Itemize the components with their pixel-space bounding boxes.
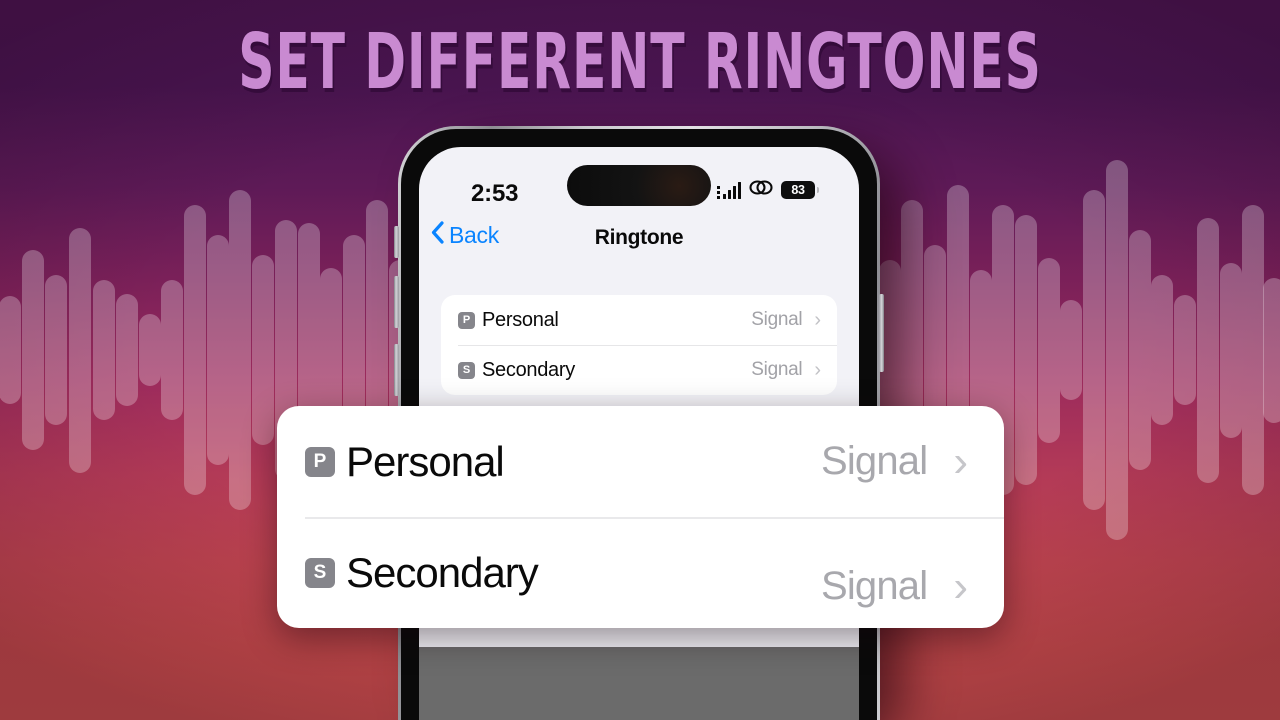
list-item[interactable]: P Personal Signal › <box>441 295 837 345</box>
list-item-label: Personal <box>482 308 559 331</box>
waveform-bar <box>116 294 138 406</box>
chevron-right-icon: › <box>814 359 821 381</box>
chevron-right-icon: › <box>814 309 821 331</box>
line-badge-personal: P <box>305 446 335 477</box>
volume-down-button[interactable] <box>394 344 399 396</box>
callout-list-item-value: Signal <box>820 564 928 608</box>
line-badge-personal: P <box>458 311 475 329</box>
ringtone-list: P Personal Signal › S Secondary Signal › <box>441 295 837 395</box>
battery-percent-label: 83 <box>791 183 805 197</box>
waveform-bar <box>1015 215 1037 485</box>
waveform-bar <box>1174 295 1196 405</box>
nav-bar: Back Ringtone <box>419 209 859 265</box>
waveform-bar <box>45 275 67 425</box>
cellular-signal-icon <box>717 181 741 199</box>
waveform-bar <box>22 250 44 450</box>
callout-list-item-value: Signal <box>820 439 928 483</box>
dynamic-island <box>567 165 711 206</box>
waveform-bar <box>139 314 161 386</box>
magnified-callout: P Personal Signal › S Secondary Signal › <box>277 406 1004 628</box>
callout-list-item[interactable]: S Secondary Signal › <box>277 517 1004 628</box>
waveform-bar <box>0 296 21 404</box>
screen-dimmed-area <box>419 647 859 720</box>
action-button[interactable] <box>394 226 399 258</box>
waveform-bar <box>1197 217 1219 483</box>
waveform-bar <box>1242 205 1264 495</box>
status-bar: 2:53 83 <box>419 147 859 209</box>
waveform-bar <box>207 235 229 465</box>
status-bar-indicators: 83 <box>717 179 819 201</box>
waveform-bar <box>1083 190 1105 510</box>
waveform-bar <box>1220 262 1242 438</box>
chevron-right-icon: › <box>953 436 968 486</box>
page-title: SET DIFFERENT RINGTONES <box>238 17 1042 108</box>
list-item[interactable]: S Secondary Signal › <box>441 345 837 395</box>
list-item-label: Secondary <box>482 358 575 381</box>
line-badge-secondary: S <box>458 361 475 379</box>
waveform-bar <box>1151 275 1173 425</box>
status-bar-clock: 2:53 <box>471 180 519 207</box>
callout-list-item[interactable]: P Personal Signal › <box>277 406 1004 517</box>
power-button[interactable] <box>879 294 884 372</box>
chain-link-icon <box>749 179 773 201</box>
waveform-bar <box>93 280 115 420</box>
chevron-right-icon: › <box>953 561 968 611</box>
waveform-bar <box>184 205 206 495</box>
waveform-bar <box>1106 160 1128 540</box>
battery-icon: 83 <box>781 181 819 199</box>
callout-list-item-label: Secondary <box>346 548 539 596</box>
waveform-bar <box>229 190 251 510</box>
line-badge-secondary: S <box>305 557 335 588</box>
screenshot-canvas: SET DIFFERENT RINGTONES 2:53 83 Back Rin… <box>0 0 1280 720</box>
waveform-bar <box>1129 230 1151 470</box>
waveform-bar <box>161 280 183 420</box>
waveform-bar <box>1038 257 1060 443</box>
waveform-bar <box>1263 277 1280 423</box>
callout-list-item-label: Personal <box>346 437 505 485</box>
waveform-bar <box>69 227 91 473</box>
waveform-bar <box>252 255 274 445</box>
list-item-value: Signal <box>751 359 803 380</box>
list-item-value: Signal <box>751 309 803 330</box>
volume-up-button[interactable] <box>394 276 399 328</box>
nav-bar-title: Ringtone <box>594 226 684 249</box>
waveform-bar <box>1060 300 1082 400</box>
